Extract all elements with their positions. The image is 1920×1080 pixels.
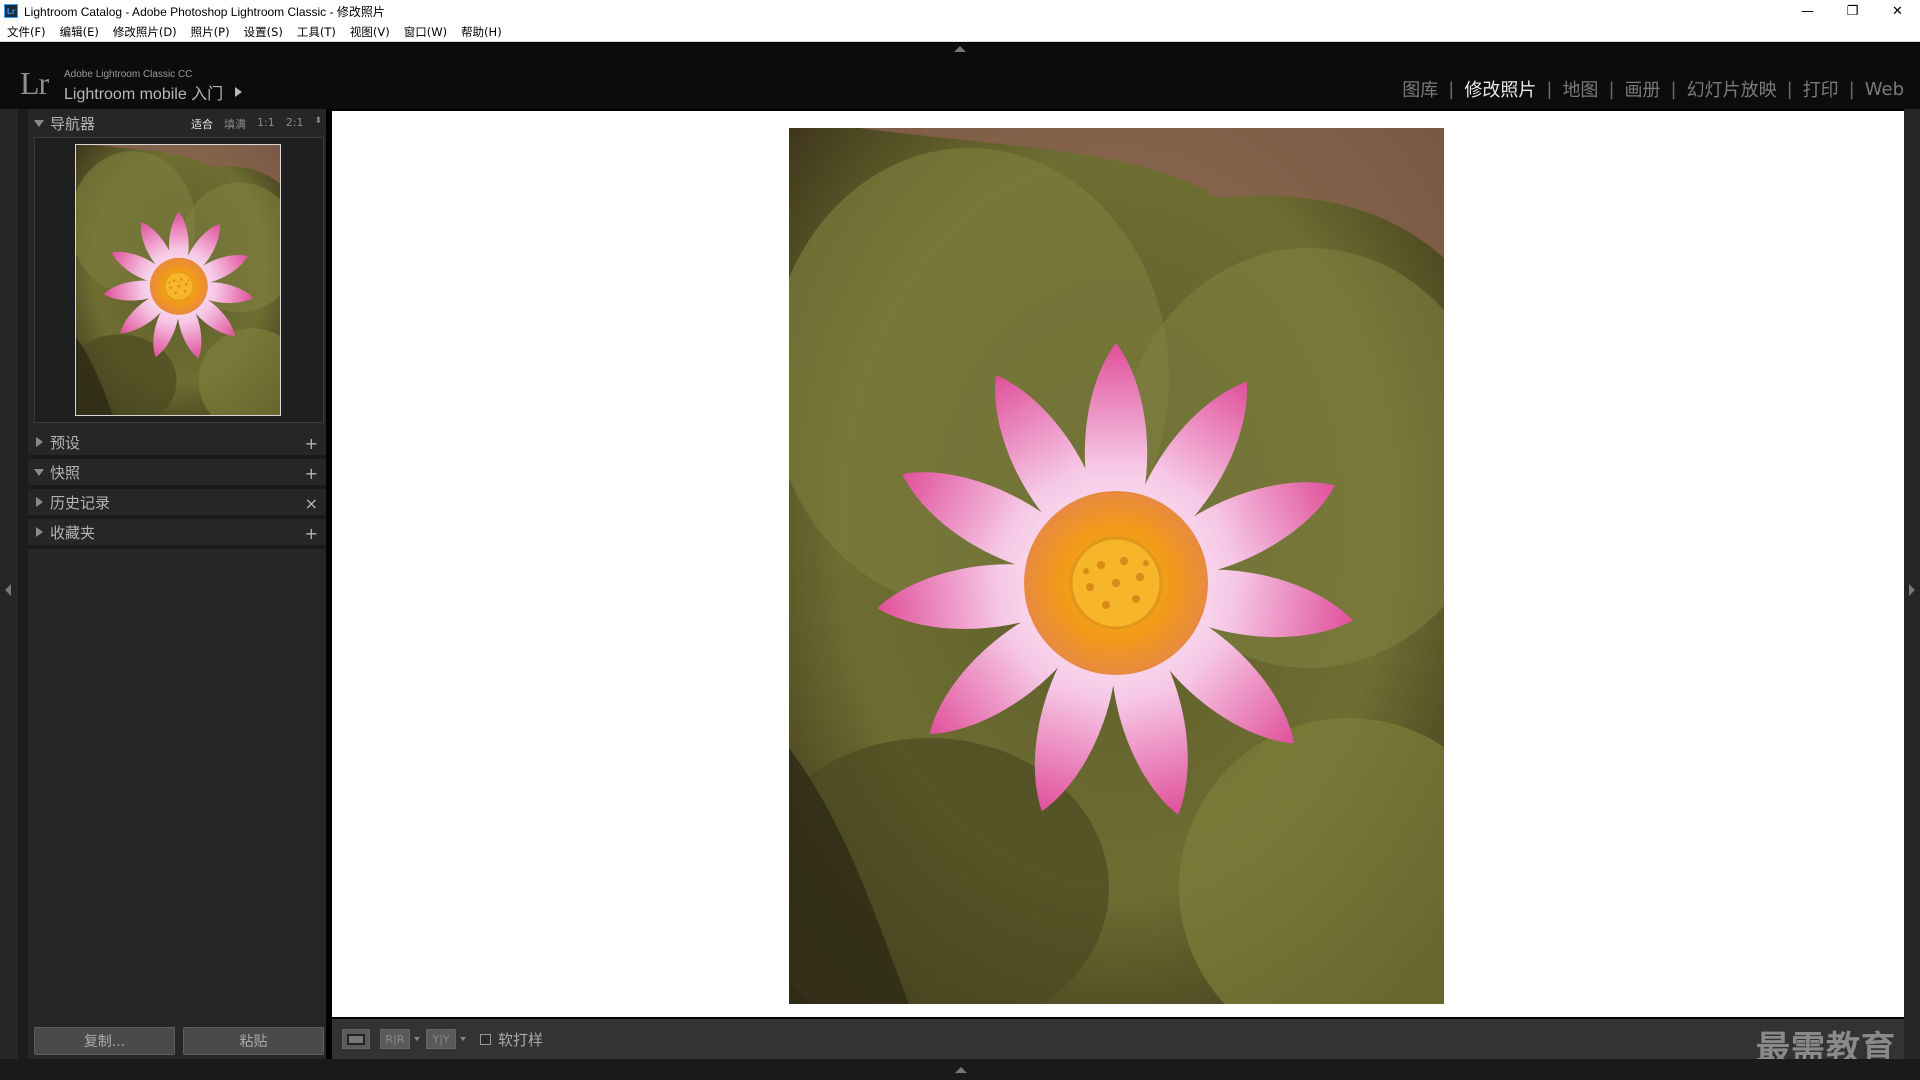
menu-help[interactable]: 帮助(H) <box>454 24 509 40</box>
navigator-thumbnail[interactable] <box>75 144 281 416</box>
loupe-view-icon <box>347 1033 365 1045</box>
add-snapshot-icon[interactable]: + <box>305 464 318 483</box>
paste-settings-button[interactable]: 粘贴 <box>183 1027 324 1055</box>
develop-toolbar: R|R Y|Y 软打样 最需教育 <box>332 1019 1904 1069</box>
app-icon: Lr <box>4 4 18 18</box>
menu-bar: 文件(F) 编辑(E) 修改照片(D) 照片(P) 设置(S) 工具(T) 视图… <box>0 22 1920 42</box>
copy-settings-button[interactable]: 复制... <box>34 1027 175 1055</box>
navigator-title: 导航器 <box>50 114 96 133</box>
module-web[interactable]: Web <box>1855 79 1904 100</box>
zoom-fit[interactable]: 适合 <box>191 116 213 132</box>
module-list: 图库 | 修改照片 | 地图 | 画册 | 幻灯片放映 | 打印 | Web <box>1392 76 1904 102</box>
lotus-photo <box>789 128 1444 1004</box>
play-triangle-icon <box>235 87 243 97</box>
add-collection-icon[interactable]: + <box>305 524 318 543</box>
expand-history-icon[interactable] <box>28 497 50 507</box>
expand-presets-icon[interactable] <box>28 437 50 447</box>
module-develop[interactable]: 修改照片 <box>1454 76 1546 102</box>
left-panel-gutter[interactable] <box>18 109 28 1059</box>
snapshots-panel-header[interactable]: 快照 + <box>28 459 326 489</box>
lotus-thumbnail-image <box>76 145 281 416</box>
zoom-2-1[interactable]: 2:1 <box>286 116 304 132</box>
left-panel: 导航器 适合 填满 1:1 2:1 ⬍ 预设 + 快照 + 历史记录 × 收藏夹 <box>18 109 326 1059</box>
menu-view[interactable]: 视图(V) <box>343 24 397 40</box>
menu-photo[interactable]: 照片(P) <box>184 24 237 40</box>
expand-collections-icon[interactable] <box>28 527 50 537</box>
module-library[interactable]: 图库 <box>1392 76 1448 102</box>
left-panel-edge <box>0 109 18 1059</box>
soft-proofing-label: 软打样 <box>498 1030 544 1049</box>
navigator-zoom-options: 适合 填满 1:1 2:1 ⬍ <box>180 116 322 132</box>
restore-button[interactable]: ❐ <box>1830 0 1875 22</box>
product-name: Adobe Lightroom Classic CC <box>64 69 193 80</box>
before-after-lr-button[interactable]: R|R <box>380 1029 410 1049</box>
zoom-updown-icon[interactable]: ⬍ <box>314 116 322 132</box>
collapse-left-panel-icon[interactable] <box>5 584 11 596</box>
right-panel-edge <box>1904 109 1920 1059</box>
left-panel-buttons: 复制... 粘贴 <box>34 1027 324 1055</box>
history-title: 历史记录 <box>50 493 111 512</box>
menu-develop[interactable]: 修改照片(D) <box>106 24 184 40</box>
navigator-preview-area <box>34 137 324 423</box>
loupe-view-button[interactable] <box>342 1029 370 1049</box>
zoom-1-1[interactable]: 1:1 <box>257 116 275 132</box>
module-map[interactable]: 地图 <box>1552 76 1608 102</box>
presets-panel-header[interactable]: 预设 + <box>28 429 326 459</box>
zoom-fill[interactable]: 填满 <box>224 116 246 132</box>
main-image-view[interactable] <box>332 111 1904 1017</box>
collapse-snapshots-icon[interactable] <box>28 468 50 476</box>
menu-window[interactable]: 窗口(W) <box>397 24 454 40</box>
presets-title: 预设 <box>50 433 81 452</box>
collections-panel-header[interactable]: 收藏夹 + <box>28 519 326 549</box>
module-book[interactable]: 画册 <box>1615 76 1671 102</box>
mobile-getting-started[interactable]: Lightroom mobile 入门 <box>64 80 243 104</box>
window-title-bar: Lr Lightroom Catalog - Adobe Photoshop L… <box>0 0 1920 22</box>
mobile-label: Lightroom mobile 入门 <box>64 86 224 103</box>
menu-tools[interactable]: 工具(T) <box>290 24 343 40</box>
menu-settings[interactable]: 设置(S) <box>237 24 290 40</box>
collections-title: 收藏夹 <box>50 523 96 542</box>
filmstrip-edge <box>0 1059 1920 1080</box>
window-title: Lightroom Catalog - Adobe Photoshop Ligh… <box>24 4 385 19</box>
collapse-top-panel-icon[interactable] <box>954 46 966 52</box>
collapse-navigator-icon[interactable] <box>28 119 50 127</box>
snapshots-title: 快照 <box>50 463 81 482</box>
minimize-button[interactable]: — <box>1785 0 1830 22</box>
menu-file[interactable]: 文件(F) <box>0 24 53 40</box>
history-panel-header[interactable]: 历史记录 × <box>28 489 326 519</box>
before-after-y-button[interactable]: Y|Y <box>426 1029 456 1049</box>
close-button[interactable]: ✕ <box>1875 0 1920 22</box>
expand-right-panel-icon[interactable] <box>1909 584 1915 596</box>
add-preset-icon[interactable]: + <box>305 434 318 453</box>
clear-history-icon[interactable]: × <box>305 494 318 513</box>
before-after-lr-dropdown-icon[interactable] <box>414 1037 420 1041</box>
module-picker-bar: Lr Adobe Lightroom Classic CC Lightroom … <box>0 43 1920 109</box>
photo-preview[interactable] <box>789 128 1444 1004</box>
before-after-y-dropdown-icon[interactable] <box>460 1037 466 1041</box>
soft-proofing-checkbox[interactable] <box>480 1033 491 1045</box>
expand-filmstrip-icon[interactable] <box>955 1067 967 1073</box>
module-print[interactable]: 打印 <box>1793 76 1849 102</box>
soft-proofing-toggle[interactable]: 软打样 <box>480 1029 543 1050</box>
lightroom-logo: Lr <box>20 65 49 101</box>
navigator-header[interactable]: 导航器 适合 填满 1:1 2:1 ⬍ <box>28 109 326 137</box>
module-slideshow[interactable]: 幻灯片放映 <box>1677 76 1787 102</box>
menu-edit[interactable]: 编辑(E) <box>53 24 106 40</box>
